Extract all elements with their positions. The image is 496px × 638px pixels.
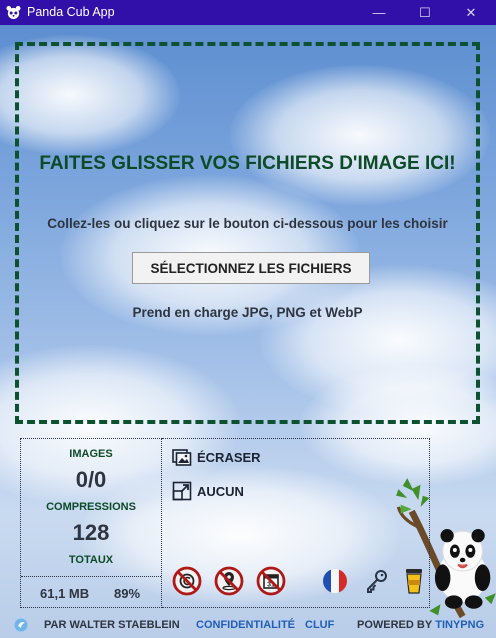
french-flag-icon[interactable] (322, 568, 348, 594)
no-location-icon[interactable] (214, 566, 244, 596)
close-button[interactable]: ✕ (448, 0, 494, 25)
coffee-cup-icon[interactable] (402, 567, 426, 595)
key-icon[interactable] (364, 568, 390, 594)
powered-prefix: POWERED BY (357, 619, 433, 631)
powered-brand: TINYPNG (435, 619, 485, 631)
overwrite-images-icon (172, 449, 192, 466)
stats-panel: IMAGES 0/0 COMPRESSIONS 128 TOTAUX 61,1 … (20, 438, 162, 608)
drop-zone[interactable]: FAITES GLISSER VOS FICHIERS D'IMAGE ICI!… (15, 42, 480, 424)
resize-label: AUCUN (197, 483, 244, 499)
author-credit[interactable]: PAR WALTER STAEBLEIN (44, 619, 180, 631)
total-percent: 89% (114, 586, 141, 601)
total-size: 61,1 MB (40, 586, 90, 601)
title-bar: Panda Cub App — ☐ ✕ (0, 0, 496, 25)
compressions-label: COMPRESSIONS (46, 501, 136, 513)
footer: PAR WALTER STAEBLEIN CONFIDENTIALITÉ CLU… (0, 613, 496, 638)
no-copyright-icon[interactable] (172, 566, 202, 596)
images-label: IMAGES (69, 448, 113, 460)
privacy-link[interactable]: CONFIDENTIALITÉ (196, 619, 295, 631)
powered-by[interactable]: POWERED BY TINYPNG (357, 619, 484, 631)
supported-formats-text: Prend en charge JPG, PNG et WebP (132, 305, 363, 320)
window-title: Panda Cub App (27, 5, 115, 19)
stats-divider (21, 576, 161, 577)
eula-link[interactable]: CLUF (305, 619, 334, 631)
overwrite-label: ÉCRASER (197, 449, 261, 465)
compressions-count: 128 (72, 520, 110, 545)
drop-zone-title: FAITES GLISSER VOS FICHIERS D'IMAGE ICI! (39, 153, 456, 174)
resize-icon (172, 481, 192, 501)
overwrite-option[interactable]: ÉCRASER (172, 447, 261, 467)
minimize-button[interactable]: — (356, 0, 402, 25)
panda-app-icon (6, 5, 21, 20)
select-files-button[interactable]: SÉLECTIONNEZ LES FICHIERS (132, 252, 370, 284)
author-logo-icon (14, 618, 28, 632)
totals-label: TOTAUX (68, 554, 114, 566)
maximize-button[interactable]: ☐ (402, 0, 448, 25)
drop-zone-subtitle: Collez-les ou cliquez sur le bouton ci-d… (47, 216, 448, 231)
images-count: 0/0 (75, 467, 107, 492)
resize-option[interactable]: AUCUN (172, 481, 244, 501)
no-calendar-icon[interactable]: 31 (256, 566, 286, 596)
